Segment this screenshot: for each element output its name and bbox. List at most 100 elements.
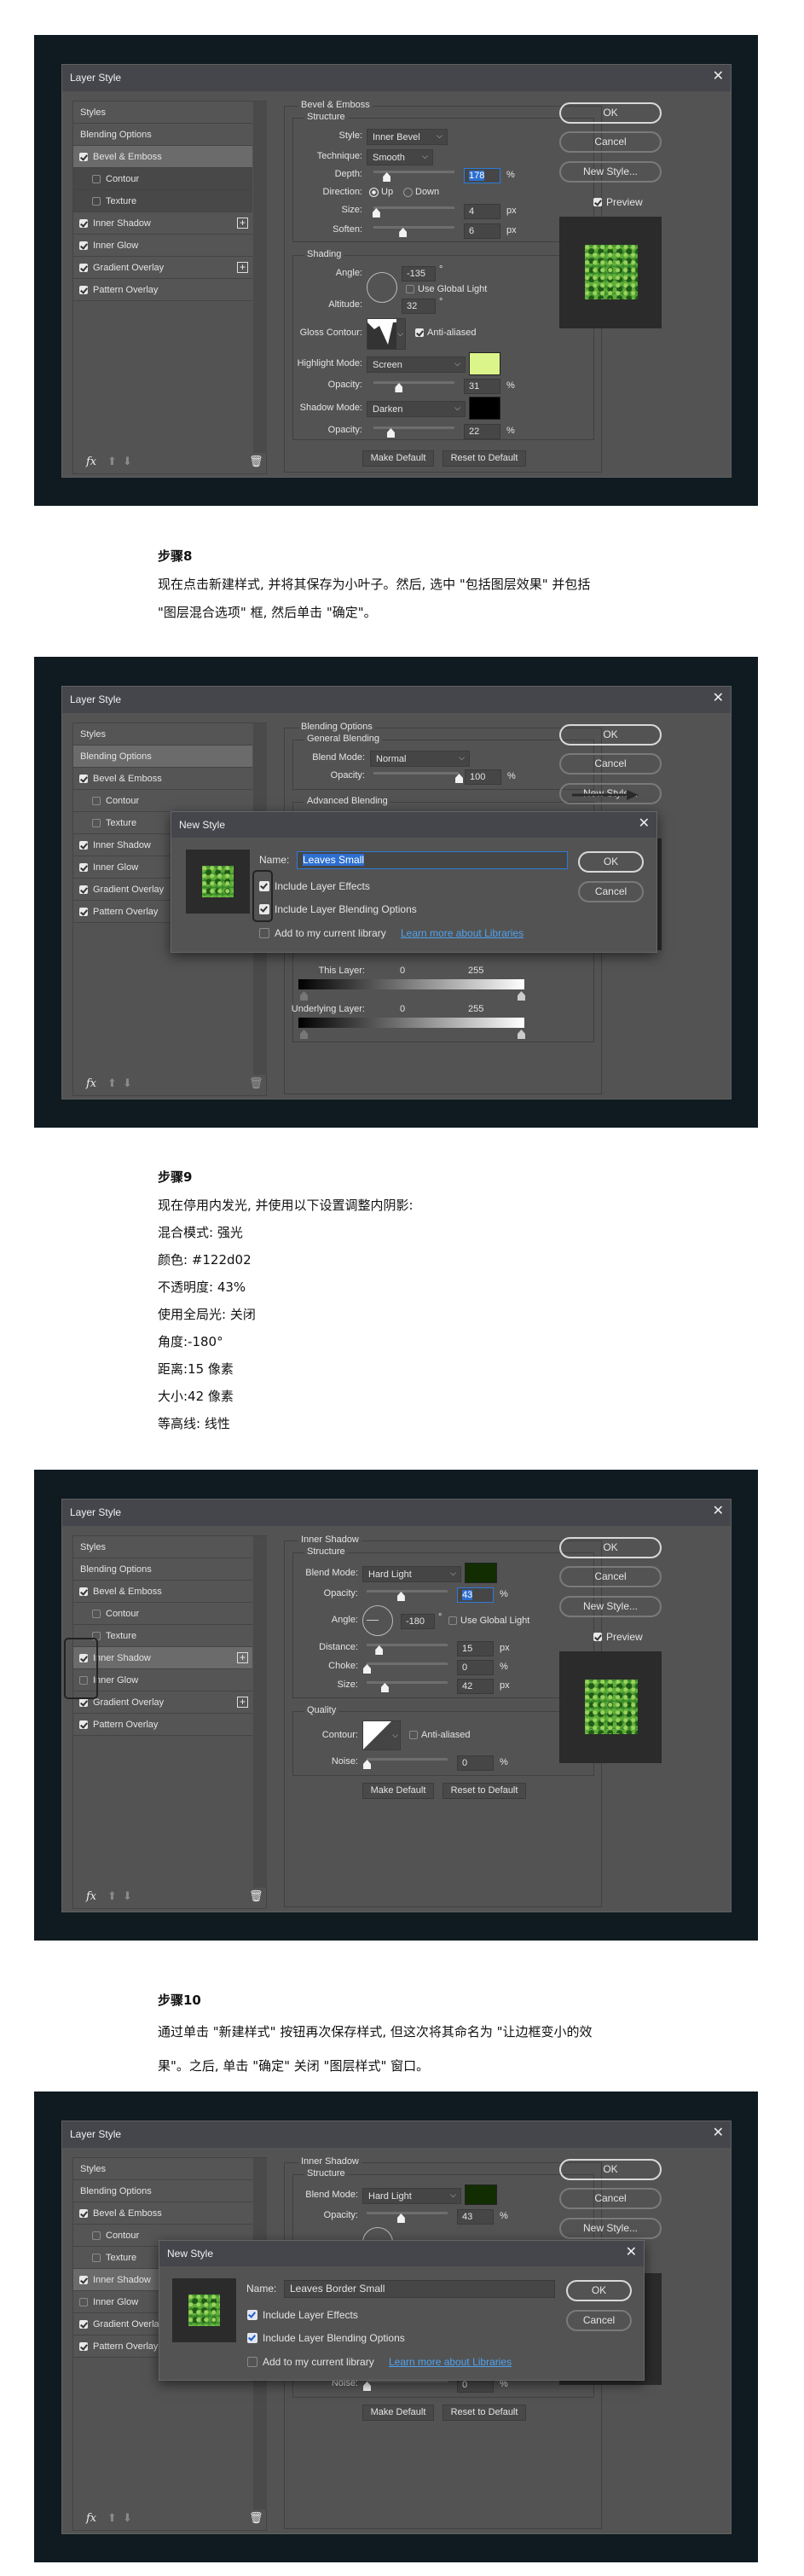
opacity-slider[interactable] [367, 1590, 448, 1601]
shadow-mode-select[interactable]: Darken ⌵ [367, 401, 466, 417]
size-slider[interactable] [367, 1681, 448, 1692]
blending-options-item[interactable]: Blending Options [73, 1558, 252, 1581]
inner-shadow-checkbox[interactable] [79, 219, 88, 228]
new-style-button[interactable]: New Style... [559, 161, 662, 183]
altitude-input[interactable]: 32 [402, 299, 436, 314]
pattern-overlay-checkbox[interactable] [79, 2342, 88, 2351]
close-icon[interactable]: ✕ [713, 691, 724, 706]
pattern-overlay-checkbox[interactable] [79, 908, 88, 916]
inner-glow-item[interactable]: Inner Glow [73, 235, 252, 257]
inner-glow-checkbox[interactable] [79, 2298, 88, 2306]
gradient-overlay-checkbox[interactable] [79, 2320, 88, 2329]
move-up-icon[interactable]: ⬆ [107, 2511, 117, 2525]
style-select[interactable]: Inner Bevel ⌵ [367, 129, 448, 145]
close-icon[interactable]: ✕ [713, 2126, 724, 2141]
inner-glow-item[interactable]: Inner Glow [73, 1669, 252, 1691]
gradient-overlay-checkbox[interactable] [79, 1698, 88, 1707]
add-library-checkbox[interactable] [259, 928, 269, 938]
ok-button[interactable]: OK [559, 1537, 662, 1558]
pattern-overlay-item[interactable]: Pattern Overlay [73, 279, 252, 301]
texture-item[interactable]: Texture [73, 190, 252, 212]
bevel-checkbox[interactable] [79, 1587, 88, 1596]
shadow-color-swatch[interactable] [465, 1563, 497, 1583]
highlight-mode-select[interactable]: Screen ⌵ [367, 357, 466, 373]
contour-item[interactable]: Contour [73, 790, 252, 812]
noise-input[interactable]: 0 [457, 1755, 494, 1771]
gradient-overlay-checkbox[interactable] [79, 264, 88, 272]
direction-up-radio[interactable] [369, 188, 379, 197]
blending-options-item[interactable]: Blending Options [73, 746, 252, 768]
opacity-slider[interactable] [367, 2212, 448, 2223]
fx-icon[interactable]: fx [86, 1890, 96, 1903]
angle-input[interactable]: -180 [401, 1614, 435, 1629]
blend-mode-select[interactable]: Normal ⌵ [370, 751, 470, 767]
add-icon[interactable]: + [237, 1697, 248, 1708]
ok-button[interactable]: OK [559, 2159, 662, 2180]
anti-aliased-checkbox[interactable] [409, 1731, 418, 1739]
close-icon[interactable]: ✕ [713, 1504, 724, 1519]
depth-slider[interactable] [373, 171, 454, 182]
bevel-emboss-item[interactable]: Bevel & Emboss [73, 1581, 252, 1603]
cancel-button[interactable]: Cancel [566, 2310, 632, 2331]
make-default-button[interactable]: Make Default [362, 450, 434, 467]
new-style-button[interactable]: New Style... [559, 1596, 662, 1617]
move-up-icon[interactable]: ⬆ [107, 455, 117, 468]
move-down-icon[interactable]: ⬇ [123, 1076, 132, 1090]
add-library-checkbox[interactable] [247, 2357, 257, 2367]
choke-slider[interactable] [363, 1662, 448, 1674]
gradient-overlay-checkbox[interactable] [79, 885, 88, 894]
contour-checkbox[interactable] [92, 797, 101, 805]
name-input[interactable]: Leaves Small [297, 851, 568, 869]
shadow-color-swatch[interactable] [469, 397, 500, 420]
shadow-opacity-slider[interactable] [373, 426, 454, 438]
depth-input[interactable]: 178 [464, 168, 500, 183]
move-down-icon[interactable]: ⬇ [123, 455, 132, 468]
angle-dial[interactable] [367, 272, 397, 303]
include-effects-checkbox[interactable] [247, 2310, 257, 2320]
distance-slider[interactable] [367, 1644, 448, 1655]
contour-item[interactable]: Contour [73, 1603, 252, 1625]
ok-button[interactable]: OK [566, 2280, 632, 2301]
fx-icon[interactable]: fx [86, 1077, 96, 1090]
new-style-button[interactable]: New Style... [559, 2218, 662, 2239]
ok-button[interactable]: OK [559, 102, 662, 124]
texture-checkbox[interactable] [92, 197, 101, 206]
gloss-contour-picker[interactable]: ⌵ [367, 318, 406, 350]
texture-checkbox[interactable] [92, 819, 101, 827]
opacity-input[interactable]: 43 [457, 1587, 494, 1603]
reset-to-default-button[interactable]: Reset to Default [442, 450, 526, 467]
cancel-button[interactable]: Cancel [559, 131, 662, 153]
technique-select[interactable]: Smooth ⌵ [367, 149, 433, 165]
pattern-overlay-checkbox[interactable] [79, 286, 88, 294]
move-up-icon[interactable]: ⬆ [107, 1076, 117, 1090]
make-default-button[interactable]: Make Default [362, 2405, 434, 2421]
ok-button[interactable]: OK [559, 724, 662, 746]
opacity-input[interactable]: 100 [465, 769, 501, 785]
soften-input[interactable]: 6 [464, 223, 500, 239]
blend-mode-select[interactable]: Hard Light ⌵ [362, 2188, 461, 2204]
cancel-button[interactable]: Cancel [559, 2188, 662, 2209]
inner-glow-checkbox[interactable] [79, 241, 88, 250]
shadow-color-swatch[interactable] [465, 2184, 497, 2205]
trash-icon[interactable]: 🗑 [249, 1076, 263, 1090]
move-down-icon[interactable]: ⬇ [123, 1889, 132, 1903]
noise-slider[interactable] [363, 1758, 448, 1769]
texture-checkbox[interactable] [92, 2254, 101, 2262]
soften-slider[interactable] [373, 226, 454, 237]
distance-input[interactable]: 15 [457, 1641, 494, 1656]
bevel-emboss-item[interactable]: Bevel & Emboss [73, 146, 252, 168]
bevel-checkbox[interactable] [79, 775, 88, 783]
gradient-overlay-item[interactable]: Gradient Overlay + [73, 257, 252, 279]
direction-down-radio[interactable] [403, 188, 413, 197]
size-input[interactable]: 4 [464, 204, 500, 219]
inner-shadow-item[interactable]: Inner Shadow + [73, 212, 252, 235]
preview-checkbox[interactable] [593, 1633, 602, 1641]
contour-checkbox[interactable] [92, 2231, 101, 2240]
cancel-button[interactable]: Cancel [559, 1566, 662, 1587]
name-input[interactable]: Leaves Border Small [284, 2280, 555, 2298]
contour-item[interactable]: Contour [73, 168, 252, 190]
shadow-opacity-input[interactable]: 22 [464, 424, 500, 439]
ok-button[interactable]: OK [578, 851, 644, 873]
close-icon[interactable]: ✕ [639, 816, 650, 832]
trash-icon[interactable]: 🗑 [249, 1889, 263, 1903]
